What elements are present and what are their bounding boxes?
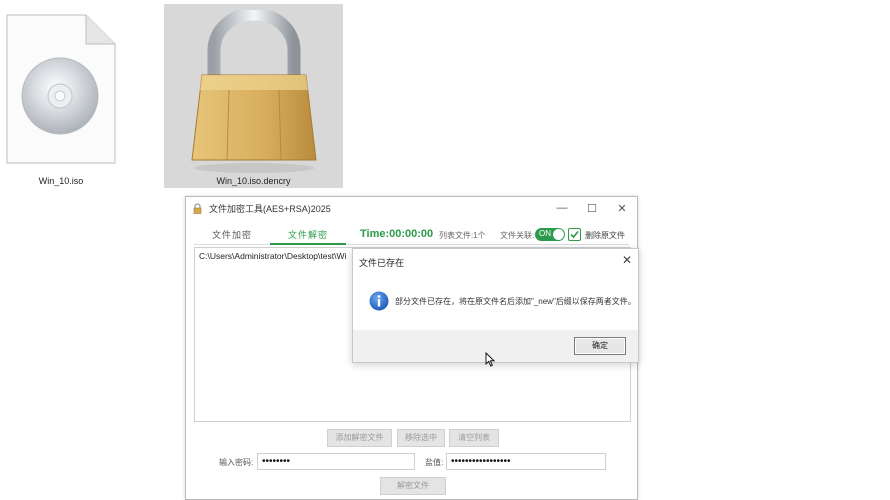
desktop-icon-dencry[interactable]: Win_10.iso.dencry [164, 4, 343, 188]
delete-original-label: 删除原文件 [585, 231, 625, 240]
info-icon [369, 291, 389, 311]
password-label: 输入密码: [219, 458, 254, 467]
dialog-title: 文件已存在 [359, 258, 405, 268]
desktop-icon-label: Win_10.iso.dencry [216, 176, 291, 186]
desktop-icon-iso[interactable]: Win_10.iso [6, 14, 116, 189]
decrypt-file-button[interactable]: 解密文件 [380, 477, 446, 495]
tab-encrypt[interactable]: 文件加密 [194, 227, 270, 245]
toggle-on-text: ON [539, 229, 551, 238]
desktop-icon-label: Win_10.iso [38, 176, 84, 186]
remove-selected-button[interactable]: 移除选中 [397, 429, 445, 447]
add-decrypt-file-button[interactable]: 添加解密文件 [327, 429, 392, 447]
close-button[interactable]: ✕ [607, 197, 637, 219]
app-lock-icon [193, 202, 202, 214]
file-association-toggle[interactable]: ON [535, 228, 565, 241]
title-bar[interactable]: 文件加密工具(AES+RSA)2025 — ☐ ✕ [186, 197, 637, 219]
disc-file-icon [6, 14, 116, 164]
clear-list-button[interactable]: 清空列表 [449, 429, 499, 447]
padlock-icon [191, 10, 317, 173]
toggle-knob [553, 229, 564, 240]
salt-label: 盐值: [425, 458, 444, 467]
window-title: 文件加密工具(AES+RSA)2025 [209, 203, 331, 214]
dialog-footer: 确定 [353, 330, 638, 362]
delete-original-checkbox[interactable] [568, 228, 581, 241]
list-count: 列表文件:1个 [439, 231, 486, 240]
minimize-button[interactable]: — [547, 197, 577, 219]
dialog-close-button[interactable]: ✕ [622, 253, 632, 267]
checkmark-icon [570, 230, 579, 239]
maximize-button[interactable]: ☐ [577, 197, 607, 219]
mouse-cursor-icon [485, 352, 495, 367]
password-field[interactable]: •••••••• [257, 453, 415, 470]
salt-field[interactable]: ••••••••••••••••• [446, 453, 606, 470]
timer-display: Time:00:00:00 [360, 228, 434, 240]
tab-bar: 文件加密 文件解密 Time:00:00:00 列表文件:1个 文件关联: ON… [194, 227, 629, 245]
file-association-label: 文件关联: [500, 231, 535, 240]
ok-button[interactable]: 确定 [574, 337, 626, 355]
file-exists-dialog: 文件已存在 ✕ 部分文件已存在，将在原文件名后添加"_new"后缀以保存两者文件… [352, 248, 639, 363]
tab-decrypt[interactable]: 文件解密 [270, 227, 346, 245]
dialog-message: 部分文件已存在，将在原文件名后添加"_new"后缀以保存两者文件。 [395, 297, 636, 306]
